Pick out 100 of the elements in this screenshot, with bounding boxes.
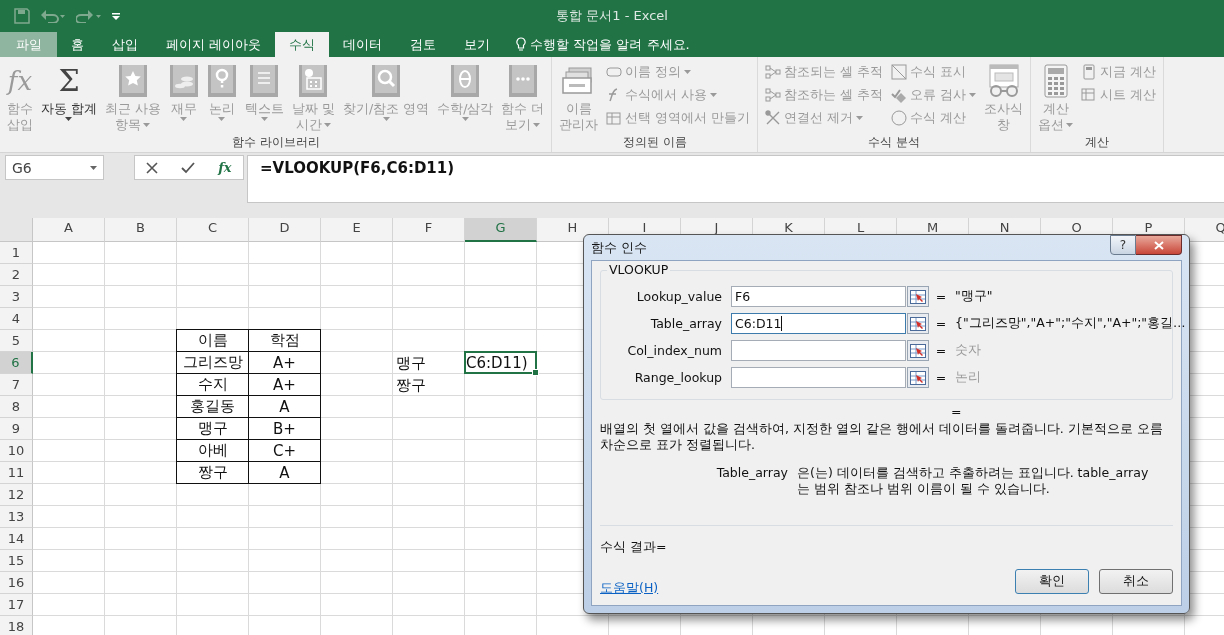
ribbon-tab[interactable]: 데이터 xyxy=(329,32,397,57)
collapse-button[interactable] xyxy=(907,340,929,361)
trace-arrows-icon xyxy=(765,87,782,103)
row-header[interactable]: 2 xyxy=(0,264,33,286)
range-select-icon xyxy=(910,289,926,304)
ribbon-tab[interactable]: 삽입 xyxy=(98,32,152,57)
column-header[interactable]: C xyxy=(177,218,249,242)
row-header[interactable]: 12 xyxy=(0,484,33,506)
close-button[interactable] xyxy=(1136,235,1182,255)
row-header[interactable]: 1 xyxy=(0,242,33,264)
row-header[interactable]: 4 xyxy=(0,308,33,330)
customize-icon[interactable] xyxy=(112,12,120,20)
table-cell: A xyxy=(248,461,321,484)
insert-function-button[interactable]: fx xyxy=(218,160,232,175)
formula-field[interactable]: =VLOOKUP(F6,C6:D11) xyxy=(247,155,1224,203)
cancel-button[interactable]: 취소 xyxy=(1099,569,1173,594)
column-header[interactable]: A xyxy=(33,218,105,242)
ok-button[interactable]: 확인 xyxy=(1015,569,1089,594)
row-header[interactable]: 6 xyxy=(0,352,33,374)
ribbon-tab[interactable]: 검토 xyxy=(396,32,451,57)
equals-sign: = xyxy=(934,370,948,385)
argument-name: Table_array xyxy=(715,465,789,482)
range-select-icon xyxy=(910,343,926,358)
argument-label: Col_index_num xyxy=(626,343,723,358)
column-header[interactable]: E xyxy=(321,218,393,242)
sum-symbol-icon: Σ xyxy=(58,63,80,99)
tell-me-field[interactable]: 수행할 작업을 알려 주세요. xyxy=(530,35,690,54)
row-header[interactable]: 13 xyxy=(0,506,33,528)
table-cell: 짱구 xyxy=(176,461,249,484)
row-header[interactable]: 9 xyxy=(0,418,33,440)
name-box[interactable]: G6 xyxy=(5,155,104,180)
row-header[interactable]: 11 xyxy=(0,462,33,484)
magnifier-book-icon xyxy=(371,64,402,98)
formula-result: 수식 결과= xyxy=(600,539,668,556)
help-button[interactable]: ? xyxy=(1110,235,1136,255)
calculator-icon xyxy=(1081,64,1098,80)
group-label: 정의된 이름 xyxy=(621,134,688,151)
check-icon[interactable] xyxy=(181,161,196,174)
argument-result: 숫자 xyxy=(954,342,982,359)
theta-book-icon xyxy=(450,64,481,98)
question-book-icon xyxy=(206,64,237,98)
row-header[interactable]: 15 xyxy=(0,550,33,572)
collapse-button[interactable] xyxy=(907,286,929,307)
ribbon-tab[interactable]: 홈 xyxy=(57,32,98,57)
group-label: 계산 xyxy=(1084,134,1111,151)
group-label: 수식 분석 xyxy=(867,134,922,151)
star-book-icon xyxy=(117,64,148,98)
caret-icon xyxy=(90,165,97,170)
row-header[interactable]: 5 xyxy=(0,330,33,352)
row-header[interactable]: 8 xyxy=(0,396,33,418)
function-description: 배열의 첫 열에서 값을 검색하여, 지정한 열의 같은 행에서 데이터를 돌려줍니다. 기본적으로 오름차순으로 표가 정렬됩니다. xyxy=(600,421,1164,453)
row-header[interactable]: 17 xyxy=(0,594,33,616)
argument-description: 은(는) 데이터를 검색하고 추출하려는 표입니다. table_array는 범위 참조나 범위 이름이 될 수 있습니다. xyxy=(797,465,1150,497)
row-header[interactable]: 10 xyxy=(0,440,33,462)
column-header[interactable]: B xyxy=(105,218,177,242)
collapse-button[interactable] xyxy=(907,313,929,334)
column-header[interactable]: D xyxy=(249,218,321,242)
argument-result: {"그리즈망","A+";"수지","A+";"홍길… xyxy=(954,315,1186,332)
ribbon-button[interactable]: Σ 자동 합계 xyxy=(38,61,100,121)
close-icon xyxy=(1153,240,1164,250)
table-cell: 학점 xyxy=(248,329,321,352)
result-equals: = xyxy=(951,404,963,419)
argument-label: Table_array xyxy=(649,316,723,331)
cell-text: 짱구 xyxy=(395,374,427,396)
active-cell[interactable]: C6:D11) xyxy=(464,351,537,374)
cancel-icon[interactable] xyxy=(146,161,159,174)
window-title: 통합 문서1 - Excel xyxy=(556,7,668,25)
equals-sign: = xyxy=(934,316,948,331)
column-header[interactable]: F xyxy=(393,218,465,242)
dots-book-icon xyxy=(507,64,538,98)
ribbon-tab[interactable]: 수식 xyxy=(275,32,330,57)
collapse-button[interactable] xyxy=(907,367,929,388)
row-header[interactable]: 18 xyxy=(0,616,33,635)
column-header[interactable]: G xyxy=(465,218,537,242)
row-header[interactable]: 7 xyxy=(0,374,33,396)
argument-field[interactable] xyxy=(731,340,906,361)
argument-field[interactable]: F6 xyxy=(731,286,906,307)
group-label: 함수 라이브러리 xyxy=(230,134,321,151)
cell-text: 맹구 xyxy=(395,352,427,374)
argument-result: 논리 xyxy=(954,369,982,386)
row-header[interactable]: 3 xyxy=(0,286,33,308)
argument-label: Range_lookup xyxy=(633,370,723,385)
range-select-icon xyxy=(910,316,926,331)
calculator-icon xyxy=(1042,64,1069,98)
tag-icon xyxy=(606,64,623,80)
row-header[interactable]: 14 xyxy=(0,528,33,550)
coins-book-icon xyxy=(168,64,199,98)
help-link[interactable]: 도움말(H) xyxy=(600,580,659,597)
ribbon-tab[interactable]: 페이지 레이아웃 xyxy=(152,32,276,57)
argument-field[interactable]: C6:D11 xyxy=(731,313,906,334)
function-name: VLOOKUP xyxy=(607,262,671,277)
ribbon-tab[interactable]: 보기 xyxy=(450,32,505,57)
argument-result: "맹구" xyxy=(954,288,994,305)
table-cell: 이름 xyxy=(176,329,249,352)
text-book-icon xyxy=(249,64,280,98)
range-select-icon xyxy=(910,370,926,385)
argument-field[interactable] xyxy=(731,367,906,388)
warning-check-icon xyxy=(891,87,908,103)
row-header[interactable]: 16 xyxy=(0,572,33,594)
equals-sign: = xyxy=(934,343,948,358)
